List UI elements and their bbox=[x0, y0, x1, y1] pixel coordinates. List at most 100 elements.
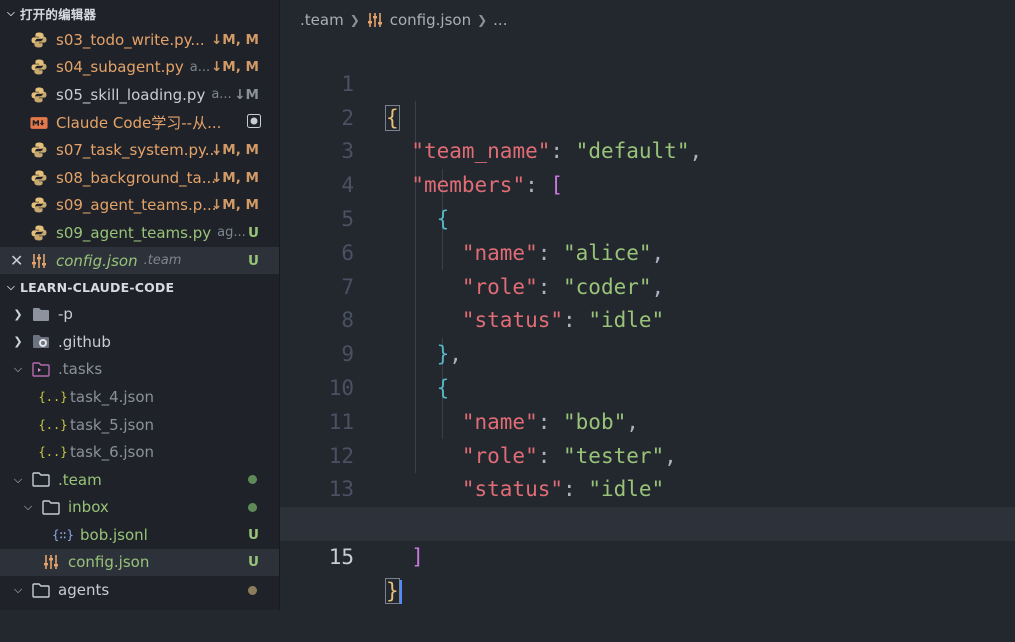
chevron-right-icon: ❯ bbox=[477, 13, 488, 27]
breadcrumb-more[interactable]: ... bbox=[493, 11, 507, 29]
open-editors-header[interactable]: ⌵ 打开的编辑器 bbox=[0, 0, 279, 26]
open-editor-item[interactable]: s03_todo_write.py... ↓M, M bbox=[0, 26, 279, 54]
chevron-right-icon: ❯ bbox=[13, 307, 23, 321]
file-description: .team bbox=[143, 253, 182, 269]
open-editor-item-active[interactable]: ✕ config.json .team U bbox=[0, 246, 279, 275]
file-name: s03_todo_write.py... bbox=[56, 30, 205, 49]
code-line: 12 "status": "idle" bbox=[280, 406, 1015, 502]
code-line: 14 ] bbox=[280, 473, 1015, 569]
chevron-down-icon: ⌵ bbox=[13, 362, 23, 376]
open-editor-item[interactable]: s04_subagent.py a... ↓M, M bbox=[0, 54, 279, 82]
code-editor[interactable]: 1 { 2 "team_name": "default", 3 "members… bbox=[280, 34, 1015, 604]
folder-open-icon bbox=[42, 498, 60, 516]
tree-folder[interactable]: ⌵ inbox bbox=[0, 494, 279, 522]
code-line: 3 "members": [ bbox=[280, 102, 1015, 197]
file-name: s09_agent_teams.py bbox=[56, 223, 212, 242]
tree-folder[interactable]: ⌵ .team bbox=[0, 466, 279, 494]
code-line: 1 { bbox=[280, 34, 1015, 131]
text-cursor bbox=[399, 579, 402, 604]
git-status-badge: U bbox=[248, 252, 259, 269]
settings-file-icon bbox=[30, 252, 48, 270]
code-line: 4 { bbox=[280, 135, 1015, 231]
close-icon[interactable]: ✕ bbox=[10, 251, 30, 270]
unsaved-indicator-icon[interactable] bbox=[247, 113, 261, 132]
tree-file[interactable]: {..} task_6.json bbox=[0, 438, 279, 466]
chevron-down-icon: ⌵ bbox=[23, 500, 33, 514]
breadcrumb-file[interactable]: config.json bbox=[390, 11, 471, 29]
code-line: 9 { bbox=[280, 304, 1015, 400]
file-name: task_6.json bbox=[70, 443, 155, 462]
settings-file-icon bbox=[366, 11, 384, 29]
python-icon bbox=[30, 86, 48, 104]
bracket-token: ] bbox=[411, 544, 424, 569]
code-line: 10 "name": "bob", bbox=[280, 338, 1015, 434]
git-status-badge: U bbox=[248, 224, 259, 241]
file-name: task_5.json bbox=[70, 415, 155, 434]
folder-name: .github bbox=[58, 332, 111, 351]
tree-folder[interactable]: ❯ -p bbox=[0, 300, 279, 328]
code-line: 13 } bbox=[280, 440, 1015, 535]
editor-pane[interactable]: .team ❯ config.json ❯ ... 1 { 2 "team_na… bbox=[280, 0, 1015, 610]
bracket-token: } bbox=[385, 577, 400, 604]
file-name: bob.jsonl bbox=[80, 525, 148, 544]
chevron-down-icon: ⌵ bbox=[13, 472, 23, 486]
open-editor-item[interactable]: s07_task_system.py... ↓M, M bbox=[0, 136, 279, 164]
file-description: a... bbox=[189, 59, 211, 75]
tree-file[interactable]: {..} task_5.json bbox=[0, 411, 279, 439]
breadcrumb-folder[interactable]: .team bbox=[300, 11, 344, 29]
git-status-badge: ↓M, M bbox=[210, 31, 259, 48]
json-icon: {..} bbox=[38, 417, 68, 432]
git-status-badge: ↓M, M bbox=[210, 169, 259, 186]
markdown-icon bbox=[30, 114, 48, 132]
chevron-down-icon: ⌵ bbox=[7, 7, 15, 19]
folder-open-icon bbox=[32, 581, 50, 599]
file-name: Claude Code学习--从... bbox=[56, 114, 222, 133]
file-name: config.json bbox=[56, 251, 138, 270]
settings-file-icon bbox=[42, 553, 60, 571]
tree-folder[interactable]: ⌵ agents bbox=[0, 576, 279, 604]
code-line: 5 "name": "alice", bbox=[280, 169, 1015, 265]
git-modified-dot bbox=[248, 585, 257, 595]
tasks-folder-icon bbox=[32, 360, 50, 378]
sidebar: ⌵ 打开的编辑器 s03_todo_write.py... ↓M, M s04_… bbox=[0, 0, 280, 610]
git-modified-dot bbox=[248, 475, 257, 485]
git-status-badge: U bbox=[248, 526, 259, 543]
folder-name: .tasks bbox=[58, 360, 103, 379]
json-icon: {..} bbox=[38, 445, 68, 460]
code-line: 7 "status": "idle" bbox=[280, 237, 1015, 333]
folder-name: inbox bbox=[68, 498, 109, 517]
tree-folder[interactable]: ❯ .github bbox=[0, 328, 279, 356]
file-name: task_4.json bbox=[70, 387, 155, 406]
open-editor-item[interactable]: s05_skill_loading.py a... ↓M bbox=[0, 81, 279, 109]
explorer-header[interactable]: ⌵ LEARN-CLAUDE-CODE bbox=[0, 274, 279, 300]
code-line-current: 15 } bbox=[280, 507, 1015, 604]
open-editor-item[interactable]: s09_agent_teams.py ag... U bbox=[0, 219, 279, 247]
tree-file[interactable]: {..} task_4.json bbox=[0, 383, 279, 411]
git-status-badge: ↓M bbox=[234, 86, 259, 103]
folder-name: agents bbox=[58, 581, 110, 600]
folder-open-icon bbox=[32, 471, 50, 489]
tree-file[interactable]: {∷} bob.jsonl U bbox=[0, 521, 279, 549]
code-line: 6 "role": "coder", bbox=[280, 203, 1015, 299]
code-line: 2 "team_name": "default", bbox=[280, 68, 1015, 164]
chevron-right-icon: ❯ bbox=[349, 13, 360, 27]
chevron-down-icon: ⌵ bbox=[7, 281, 15, 293]
folder-name: .team bbox=[58, 470, 102, 489]
github-folder-icon bbox=[32, 333, 50, 351]
folder-icon bbox=[32, 305, 50, 323]
open-editor-item[interactable]: Claude Code学习--从... bbox=[0, 109, 279, 137]
git-status-badge: ↓M, M bbox=[210, 59, 259, 76]
tree-folder[interactable]: ⌵ .tasks bbox=[0, 356, 279, 384]
python-icon bbox=[30, 31, 48, 49]
file-name: s07_task_system.py... bbox=[56, 141, 220, 160]
open-editor-item[interactable]: s09_agent_teams.p... ↓M, M bbox=[0, 192, 279, 220]
file-name: s08_background_ta... bbox=[56, 168, 216, 187]
code-line: 8 }, bbox=[280, 271, 1015, 366]
file-name: s09_agent_teams.p... bbox=[56, 196, 217, 215]
python-icon bbox=[30, 169, 48, 187]
tree-file-active[interactable]: config.json U bbox=[0, 548, 279, 577]
python-icon bbox=[30, 224, 48, 242]
open-editor-item[interactable]: s08_background_ta... ↓M, M bbox=[0, 164, 279, 192]
chevron-right-icon: ❯ bbox=[13, 335, 23, 349]
folder-name: -p bbox=[58, 305, 73, 324]
